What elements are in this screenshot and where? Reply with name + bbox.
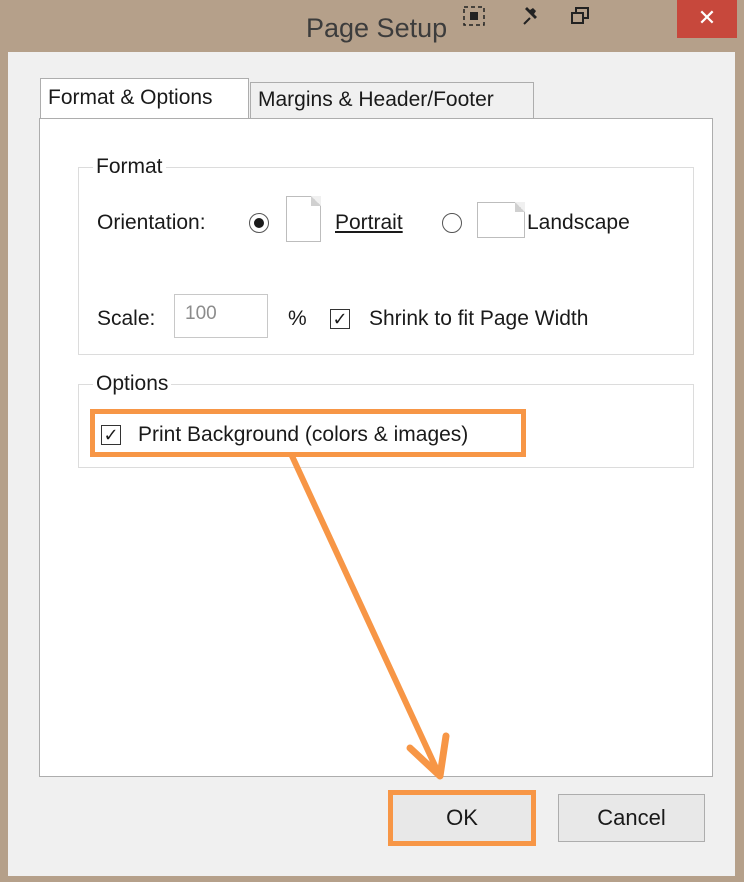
annotation-arrow	[289, 453, 450, 780]
page-setup-window: Page Setup ✕ Format & Options Margins & …	[0, 0, 744, 882]
